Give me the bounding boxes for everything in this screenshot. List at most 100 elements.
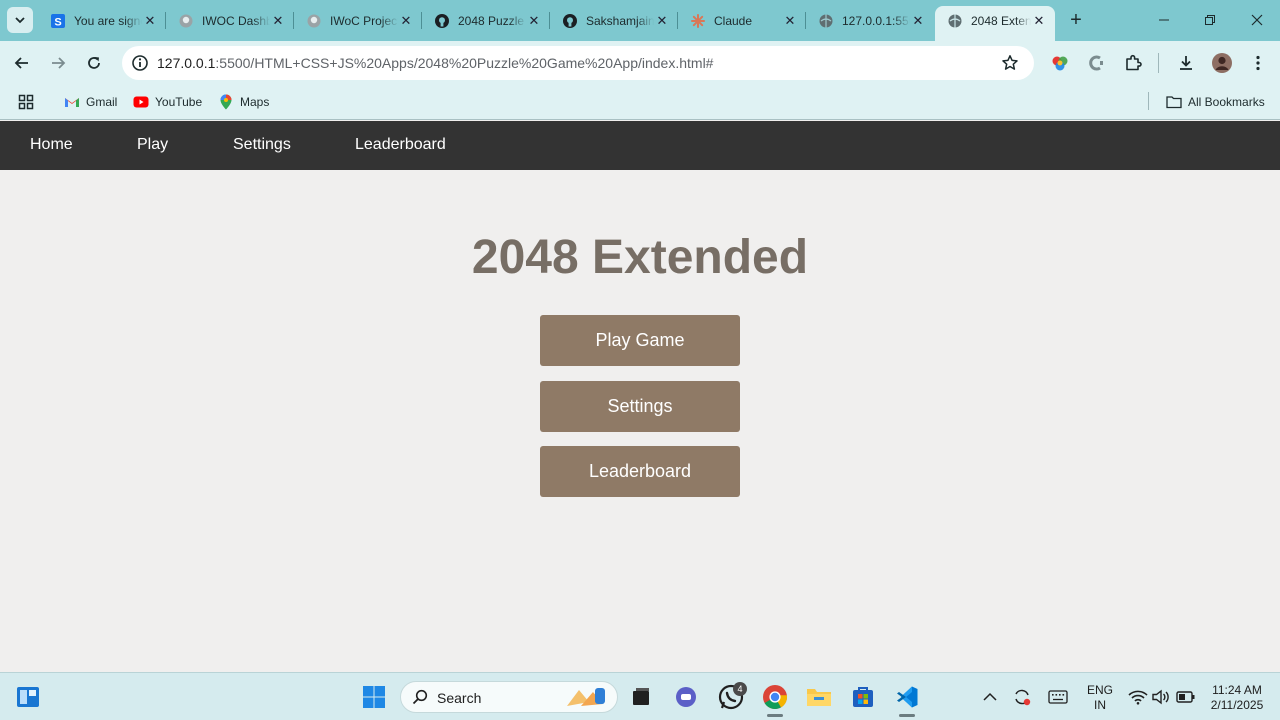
vscode-icon[interactable] (893, 683, 921, 711)
bookmark-star-icon[interactable] (1000, 53, 1020, 73)
bookmark-maps[interactable]: Maps (218, 92, 269, 112)
browser-toolbar: 127.0.0.1:5500/HTML+CSS+JS%20Apps/2048%2… (0, 41, 1280, 85)
site-nav: Home Play Settings Leaderboard (0, 121, 1280, 170)
file-explorer-icon[interactable] (805, 683, 833, 711)
tab-2048-puzzle[interactable]: 2048 Puzzle ✕ (422, 6, 550, 35)
volume-icon[interactable] (1147, 683, 1175, 711)
nav-home[interactable]: Home (30, 136, 73, 154)
site-info-icon[interactable] (130, 53, 150, 73)
taskbar: Search 4 ENG IN 11:24 AM 2/11/2025 (0, 672, 1280, 720)
tab-sakshamjain[interactable]: Sakshamjain ✕ (550, 6, 678, 35)
tab-title: 2048 Extended (971, 13, 1031, 28)
github-icon (434, 13, 450, 29)
toolbar-separator (1158, 53, 1159, 73)
vscode-active-indicator (899, 714, 915, 717)
close-icon[interactable]: ✕ (910, 13, 926, 29)
iwoc-icon (178, 13, 194, 29)
minimize-button[interactable] (1154, 10, 1174, 30)
bookmark-youtube[interactable]: YouTube (133, 92, 202, 112)
chrome-active-indicator (767, 714, 783, 717)
forward-button[interactable] (46, 51, 70, 75)
close-icon[interactable]: ✕ (142, 13, 158, 29)
s-icon: S (50, 13, 66, 29)
tab-title: You are signed in (74, 13, 142, 28)
show-hidden-icons-chevron-icon[interactable] (976, 683, 1004, 711)
all-bookmarks-button[interactable]: All Bookmarks (1166, 92, 1265, 112)
claude-icon (690, 13, 706, 29)
profile-avatar[interactable] (1211, 52, 1233, 74)
nav-play[interactable]: Play (137, 136, 168, 154)
taskbar-search[interactable]: Search (400, 681, 618, 713)
search-label: Search (437, 690, 482, 706)
globe-icon (818, 13, 834, 29)
bookmark-label: Maps (240, 95, 270, 109)
tab-iwoc-projects[interactable]: IWoC Projects ✕ (294, 6, 422, 35)
extensions-puzzle-icon[interactable] (1122, 52, 1144, 74)
widgets-icon[interactable] (14, 683, 42, 711)
settings-button[interactable]: Settings (540, 381, 740, 432)
apps-grid-icon[interactable] (18, 92, 34, 112)
reload-icon (88, 57, 100, 69)
close-icon[interactable]: ✕ (398, 13, 414, 29)
url-path: :5500/HTML+CSS+JS%20Apps/2048%20Puzzle%2… (215, 55, 714, 71)
tab-signed-in[interactable]: S You are signed in ✕ (38, 6, 166, 35)
back-button[interactable] (10, 51, 34, 75)
folder-icon (1166, 94, 1182, 110)
page-title: 2048 Extended (471, 231, 809, 284)
region-code: IN (1094, 698, 1106, 712)
globe-icon (947, 13, 963, 29)
color-extension-icon[interactable] (1049, 52, 1071, 74)
close-icon[interactable]: ✕ (654, 13, 670, 29)
task-view-icon[interactable] (627, 683, 655, 711)
youtube-icon (133, 94, 149, 110)
gmail-icon (64, 94, 80, 110)
bookmark-label: YouTube (155, 95, 203, 109)
sync-icon[interactable] (1008, 683, 1036, 711)
iwoc-icon (306, 13, 322, 29)
nav-settings[interactable]: Settings (233, 136, 291, 154)
close-window-button[interactable] (1247, 10, 1267, 30)
bookmark-gmail[interactable]: Gmail (64, 92, 117, 112)
tab-claude[interactable]: Claude ✕ (678, 6, 806, 35)
whatsapp-badge: 4 (733, 682, 747, 696)
clock-date: 2/11/2025 (1210, 698, 1264, 712)
tab-search-button[interactable] (7, 7, 33, 33)
play-game-button[interactable]: Play Game (540, 315, 740, 366)
store-icon[interactable] (849, 683, 877, 711)
battery-icon[interactable] (1172, 683, 1200, 711)
tab-title: Claude (714, 13, 753, 28)
leaderboard-button[interactable]: Leaderboard (540, 446, 740, 497)
close-icon[interactable]: ✕ (782, 13, 798, 29)
chrome-icon[interactable] (761, 683, 789, 711)
restore-button[interactable] (1200, 10, 1220, 30)
tab-title: 127.0.0.1:5500 (842, 13, 910, 28)
start-windows-icon[interactable] (360, 683, 388, 711)
extension-c-icon[interactable] (1085, 52, 1107, 74)
language-indicator[interactable]: ENG IN (1082, 683, 1118, 713)
tab-title: IWoC Projects (330, 13, 398, 28)
teams-chat-icon[interactable] (672, 683, 700, 711)
url-text[interactable]: 127.0.0.1:5500/HTML+CSS+JS%20Apps/2048%2… (157, 55, 713, 71)
tab-localhost[interactable]: 127.0.0.1:5500 ✕ (806, 6, 934, 35)
clock-time: 11:24 AM (1212, 683, 1262, 697)
reload-button[interactable] (82, 51, 106, 75)
restore-icon (1205, 15, 1215, 25)
downloads-icon[interactable] (1175, 52, 1197, 74)
bookmarks-separator (1148, 92, 1149, 110)
nav-leaderboard[interactable]: Leaderboard (355, 136, 446, 154)
more-menu-icon[interactable] (1247, 52, 1269, 74)
close-icon[interactable]: ✕ (1031, 13, 1047, 29)
new-tab-button[interactable]: + (1066, 9, 1086, 31)
tab-iwoc-dashboard[interactable]: IWOC Dashboard ✕ (166, 6, 294, 35)
address-bar[interactable]: 127.0.0.1:5500/HTML+CSS+JS%20Apps/2048%2… (122, 46, 1034, 80)
all-bookmarks-label: All Bookmarks (1188, 95, 1265, 109)
github-icon (562, 13, 578, 29)
tab-2048-extended[interactable]: 2048 Extended ✕ (935, 6, 1055, 41)
tab-title: 2048 Puzzle (458, 13, 525, 28)
clock[interactable]: 11:24 AM 2/11/2025 (1200, 683, 1274, 713)
svg-text:S: S (54, 16, 61, 28)
tab-strip: S You are signed in ✕ IWOC Dashboard ✕ I… (0, 0, 1280, 41)
keyboard-icon[interactable] (1044, 683, 1072, 711)
close-icon[interactable]: ✕ (526, 13, 542, 29)
close-icon[interactable]: ✕ (270, 13, 286, 29)
